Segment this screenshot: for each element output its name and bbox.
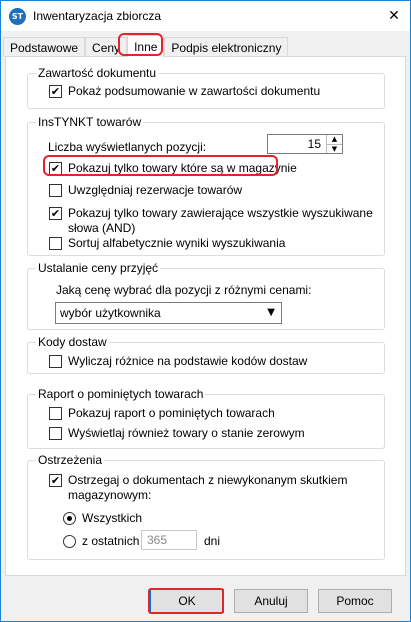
dialog-window: ST Inwentaryzacja zbiorcza ✕ Podstawowe … — [0, 0, 411, 622]
count-label: Liczba wyświetlanych pozycji: — [48, 140, 207, 154]
checkbox-label: Pokazuj raport o pominiętych towarach — [68, 406, 275, 420]
group-title: Zawartość dokumentu — [36, 66, 159, 80]
tab-ceny[interactable]: Ceny — [85, 37, 128, 57]
checkbox-sortuj-alfabetycznie[interactable] — [49, 237, 62, 250]
group-title: Raport o pominiętych towarach — [36, 387, 206, 401]
group-raport-pominietych: Raport o pominiętych towarach Pokazuj ra… — [27, 387, 385, 449]
checkbox-label-line2: słowa (AND) — [68, 221, 136, 235]
checkbox-row-ostrzegaj[interactable]: ✔ Ostrzegaj o dokumentach z niewykonanym… — [49, 473, 347, 503]
price-select[interactable]: wybór użytkownika ▼ — [55, 302, 282, 324]
stepper-down-icon[interactable]: ▼ — [327, 145, 342, 154]
checkbox-tylko-w-magazynie[interactable]: ✔ — [49, 162, 62, 175]
checkbox-stan-zerowy[interactable] — [49, 427, 62, 440]
stepper-up-icon[interactable]: ▲ — [327, 135, 342, 145]
group-title: Ustalanie ceny przyjęć — [36, 261, 161, 275]
checkbox-label-line2: magazynowym: — [68, 488, 152, 502]
group-kody-dostaw: Kody dostaw Wyliczaj różnice na podstawi… — [27, 335, 385, 374]
checkbox-row-rezerwacje[interactable]: Uwzględniaj rezerwacje towarów — [49, 183, 242, 198]
close-icon[interactable]: ✕ — [384, 7, 404, 25]
group-ustalanie-ceny: Ustalanie ceny przyjęć Jaką cenę wybrać … — [27, 261, 385, 330]
checkbox-row-pokaz-podsumowanie[interactable]: ✔ Pokaż podsumowanie w zawartości dokume… — [49, 84, 320, 99]
footer-separator — [1, 579, 410, 580]
app-icon: ST — [9, 8, 26, 25]
group-instynkt-towarow: InsTYNKT towarów Liczba wyświetlanych po… — [27, 115, 385, 256]
days-input[interactable]: 365 — [141, 530, 197, 550]
radio-z-ostatnich[interactable] — [63, 535, 76, 548]
checkbox-label: Uwzględniaj rezerwacje towarów — [68, 183, 243, 197]
checkbox-wyliczaj-roznice[interactable] — [49, 355, 62, 368]
stepper-buttons: ▲ ▼ — [326, 135, 342, 153]
tab-bar: Podstawowe Ceny Inne Podpis elektroniczn… — [3, 35, 289, 57]
checkbox-ostrzegaj[interactable]: ✔ — [49, 474, 62, 487]
checkbox-label: Pokaż podsumowanie w zawartości dokument… — [68, 84, 321, 98]
tab-podpis-elektroniczny[interactable]: Podpis elektroniczny — [164, 37, 289, 57]
radio-wszystkich[interactable] — [63, 512, 76, 525]
checkbox-pokaz-podsumowanie[interactable]: ✔ — [49, 85, 62, 98]
group-title: InsTYNKT towarów — [36, 115, 144, 129]
checkbox-row-pokazuj-raport[interactable]: Pokazuj raport o pominiętych towarach — [49, 406, 275, 421]
group-title: Kody dostaw — [36, 335, 109, 349]
checkbox-label: Wyświetlaj również towary o stanie zerow… — [68, 426, 305, 440]
checkbox-label: Pokazuj tylko towary które są w magazyni… — [68, 161, 297, 175]
radio-row-wszystkich[interactable]: Wszystkich — [63, 511, 142, 526]
count-label-row: Liczba wyświetlanych pozycji: — [48, 140, 206, 155]
group-ostrzezenia: Ostrzeżenia ✔ Ostrzegaj o dokumentach z … — [27, 453, 385, 560]
checkbox-label: Ostrzegaj o dokumentach z niewykonanym s… — [68, 473, 348, 487]
radio-selected-dot — [67, 516, 72, 521]
count-stepper[interactable]: 15 ▲ ▼ — [267, 134, 343, 154]
checkbox-label: Pokazuj tylko towary zawierające wszystk… — [68, 206, 373, 220]
tab-inne[interactable]: Inne — [127, 35, 165, 57]
tab-panel-inne: Zawartość dokumentu ✔ Pokaż podsumowanie… — [5, 56, 406, 576]
checkbox-label: Sortuj alfabetycznie wyniki wyszukiwania — [68, 236, 286, 250]
title-bar[interactable]: ST Inwentaryzacja zbiorcza ✕ — [1, 1, 410, 31]
price-question-label: Jaką cenę wybrać dla pozycji z różnymi c… — [56, 283, 312, 297]
checkbox-row-stan-zerowy[interactable]: Wyświetlaj również towary o stanie zerow… — [49, 426, 305, 441]
ok-button[interactable]: OK — [150, 589, 224, 613]
days-unit-label: dni — [204, 534, 221, 548]
radio-label: Wszystkich — [82, 511, 142, 525]
price-select-value: wybór użytkownika — [60, 306, 161, 320]
checkbox-pokazuj-raport[interactable] — [49, 407, 62, 420]
radio-label: z ostatnich — [82, 534, 140, 548]
group-zawartosc-dokumentu: Zawartość dokumentu ✔ Pokaż podsumowanie… — [27, 66, 385, 109]
count-value[interactable]: 15 — [268, 135, 326, 153]
tab-podstawowe[interactable]: Podstawowe — [3, 37, 86, 57]
checkbox-rezerwacje[interactable] — [49, 184, 62, 197]
help-button[interactable]: Pomoc — [318, 589, 392, 613]
checkbox-row-sortuj[interactable]: Sortuj alfabetycznie wyniki wyszukiwania — [49, 236, 285, 251]
checkbox-label: Wyliczaj różnice na podstawie kodów dost… — [68, 354, 308, 368]
days-unit-row: dni — [204, 534, 220, 549]
radio-row-z-ostatnich[interactable]: z ostatnich — [63, 534, 139, 549]
group-title: Ostrzeżenia — [36, 453, 105, 467]
chevron-down-icon[interactable]: ▼ — [267, 307, 275, 318]
checkbox-wszystkie-slowa[interactable]: ✔ — [49, 207, 62, 220]
checkbox-row-wszystkie-slowa[interactable]: ✔ Pokazuj tylko towary zawierające wszys… — [49, 206, 373, 236]
price-question-row: Jaką cenę wybrać dla pozycji z różnymi c… — [56, 283, 311, 298]
checkbox-row-tylko-w-magazynie[interactable]: ✔ Pokazuj tylko towary które są w magazy… — [49, 161, 297, 176]
cancel-button[interactable]: Anuluj — [234, 589, 308, 613]
checkbox-row-kody-dostaw[interactable]: Wyliczaj różnice na podstawie kodów dost… — [49, 354, 307, 369]
window-title: Inwentaryzacja zbiorcza — [33, 9, 162, 23]
